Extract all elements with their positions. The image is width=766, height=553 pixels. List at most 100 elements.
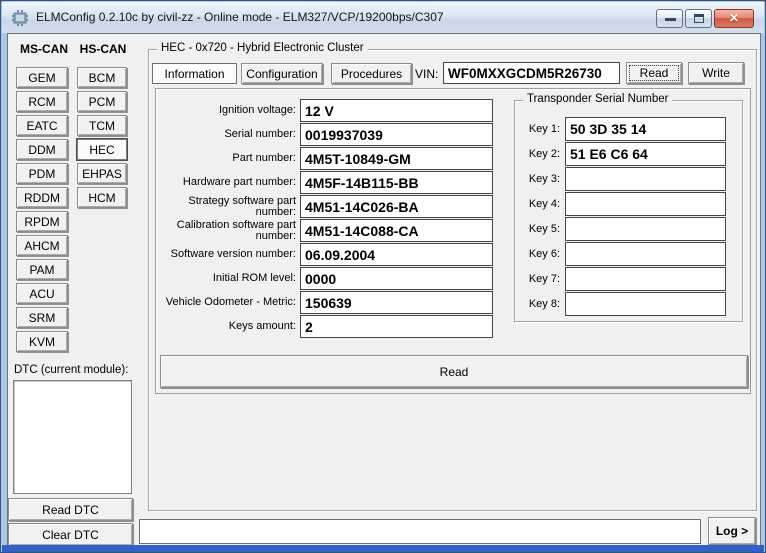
key-value[interactable]	[565, 192, 726, 216]
key-value[interactable]	[565, 242, 726, 266]
field-row: Vehicle Odometer - Metric:150639	[158, 291, 493, 314]
field-label: Calibration software part number:	[158, 219, 300, 242]
key-row: Key 3:	[515, 167, 742, 191]
key-row: Key 2:51 E6 C6 64	[515, 142, 742, 166]
minimize-button[interactable]	[656, 9, 683, 28]
key-row: Key 5:	[515, 217, 742, 241]
key-label: Key 8:	[515, 292, 565, 316]
module-info-fields: Ignition voltage:12 VSerial number:00199…	[158, 99, 493, 339]
key-value[interactable]	[565, 267, 726, 291]
key-label: Key 2:	[515, 142, 565, 166]
module-button-hcm[interactable]: HCM	[77, 187, 127, 208]
dtc-label: DTC (current module):	[14, 364, 128, 376]
module-button-pam[interactable]: PAM	[16, 259, 68, 280]
dtc-listbox[interactable]	[13, 380, 132, 494]
log-button[interactable]: Log >	[708, 517, 756, 545]
key-label: Key 3:	[515, 167, 565, 191]
ms-can-button-column: GEM RCM EATC DDM PDM RDDM RPDM AHCM PAM ACU SRM KVM	[16, 67, 68, 355]
transponder-key-list: Key 1:50 3D 35 14Key 2:51 E6 C6 64Key 3:…	[515, 117, 742, 317]
field-value[interactable]: 4M51-14C026-BA	[300, 195, 493, 218]
module-button-ehpas[interactable]: EHPAS	[77, 163, 127, 184]
field-label: Vehicle Odometer - Metric:	[158, 291, 300, 314]
key-label: Key 6:	[515, 242, 565, 266]
module-button-rddm[interactable]: RDDM	[16, 187, 68, 208]
field-label: Ignition voltage:	[158, 99, 300, 122]
module-button-ddm[interactable]: DDM	[16, 139, 68, 160]
tab-procedures[interactable]: Procedures	[331, 63, 412, 84]
module-groupbox: HEC - 0x720 - Hybrid Electronic Cluster …	[148, 49, 757, 511]
field-row: Calibration software part number:4M51-14…	[158, 219, 493, 242]
key-row: Key 7:	[515, 267, 742, 291]
window-title: ELMConfig 0.2.10c by civil-zz - Online m…	[36, 10, 444, 24]
module-button-gem[interactable]: GEM	[16, 67, 68, 88]
field-value[interactable]: 0000	[300, 267, 493, 290]
client-area: MS-CAN HS-CAN GEMRCMEATCDDMPDMRDDMRPDMAH…	[7, 33, 761, 546]
field-value[interactable]: 4M5T-10849-GM	[300, 147, 493, 170]
field-value[interactable]: 2	[300, 315, 493, 338]
field-label: Initial ROM level:	[158, 267, 300, 290]
vin-label: VIN:	[415, 67, 438, 81]
tab-information[interactable]: Information	[152, 63, 237, 84]
read-dtc-button[interactable]: Read DTC	[8, 498, 133, 521]
field-label: Strategy software part number:	[158, 195, 300, 218]
information-panel: Ignition voltage:12 VSerial number:00199…	[155, 88, 751, 394]
module-button-bcm[interactable]: BCM	[77, 67, 127, 88]
field-row: Hardware part number:4M5F-14B115-BB	[158, 171, 493, 194]
field-row: Initial ROM level:0000	[158, 267, 493, 290]
module-button-rpdm[interactable]: RPDM	[16, 211, 68, 232]
field-label: Serial number:	[158, 123, 300, 146]
close-button[interactable]: ✕	[714, 9, 754, 28]
field-row: Part number:4M5T-10849-GM	[158, 147, 493, 170]
key-value[interactable]	[565, 167, 726, 191]
vin-write-button[interactable]: Write	[688, 62, 744, 84]
module-button-pdm[interactable]: PDM	[16, 163, 68, 184]
log-input[interactable]	[139, 519, 701, 544]
vin-read-button[interactable]: Read	[626, 62, 682, 84]
field-label: Part number:	[158, 147, 300, 170]
field-value[interactable]: 4M5F-14B115-BB	[300, 171, 493, 194]
maximize-button[interactable]	[685, 9, 712, 28]
tab-configuration[interactable]: Configuration	[241, 63, 323, 84]
field-row: Keys amount:2	[158, 315, 493, 338]
module-button-ahcm[interactable]: AHCM	[16, 235, 68, 256]
titlebar[interactable]: ELMConfig 0.2.10c by civil-zz - Online m…	[2, 2, 764, 33]
field-value[interactable]: 06.09.2004	[300, 243, 493, 266]
key-label: Key 7:	[515, 267, 565, 291]
ms-can-header: MS-CAN	[16, 42, 72, 56]
key-value[interactable]	[565, 217, 726, 241]
module-button-tcm[interactable]: TCM	[77, 115, 127, 136]
hs-can-button-column: BCM PCM TCM HEC EHPAS HCM	[77, 67, 127, 211]
module-button-eatc[interactable]: EATC	[16, 115, 68, 136]
vin-input[interactable]	[443, 62, 620, 84]
module-group-title: HEC - 0x720 - Hybrid Electronic Cluster	[157, 42, 368, 54]
app-icon	[11, 9, 29, 27]
field-value[interactable]: 150639	[300, 291, 493, 314]
window-bottom-border	[2, 545, 764, 552]
module-button-srm[interactable]: SRM	[16, 307, 68, 328]
key-value[interactable]: 50 3D 35 14	[565, 117, 726, 141]
field-row: Software version number:06.09.2004	[158, 243, 493, 266]
key-row: Key 4:	[515, 192, 742, 216]
key-value[interactable]: 51 E6 C6 64	[565, 142, 726, 166]
module-button-acu[interactable]: ACU	[16, 283, 68, 304]
app-window: ELMConfig 0.2.10c by civil-zz - Online m…	[0, 0, 766, 553]
module-button-hec[interactable]: HEC	[77, 139, 127, 160]
field-value[interactable]: 4M51-14C088-CA	[300, 219, 493, 242]
read-module-button[interactable]: Read	[160, 355, 748, 388]
minimize-icon	[665, 18, 676, 21]
field-label: Software version number:	[158, 243, 300, 266]
field-row: Strategy software part number:4M51-14C02…	[158, 195, 493, 218]
key-label: Key 4:	[515, 192, 565, 216]
key-row: Key 6:	[515, 242, 742, 266]
key-label: Key 5:	[515, 217, 565, 241]
module-button-rcm[interactable]: RCM	[16, 91, 68, 112]
key-label: Key 1:	[515, 117, 565, 141]
module-button-pcm[interactable]: PCM	[77, 91, 127, 112]
field-value[interactable]: 0019937039	[300, 123, 493, 146]
field-value[interactable]: 12 V	[300, 99, 493, 122]
clear-dtc-button[interactable]: Clear DTC	[8, 523, 133, 546]
module-button-kvm[interactable]: KVM	[16, 331, 68, 352]
key-row: Key 8:	[515, 292, 742, 316]
key-value[interactable]	[565, 292, 726, 316]
maximize-icon	[694, 14, 704, 23]
